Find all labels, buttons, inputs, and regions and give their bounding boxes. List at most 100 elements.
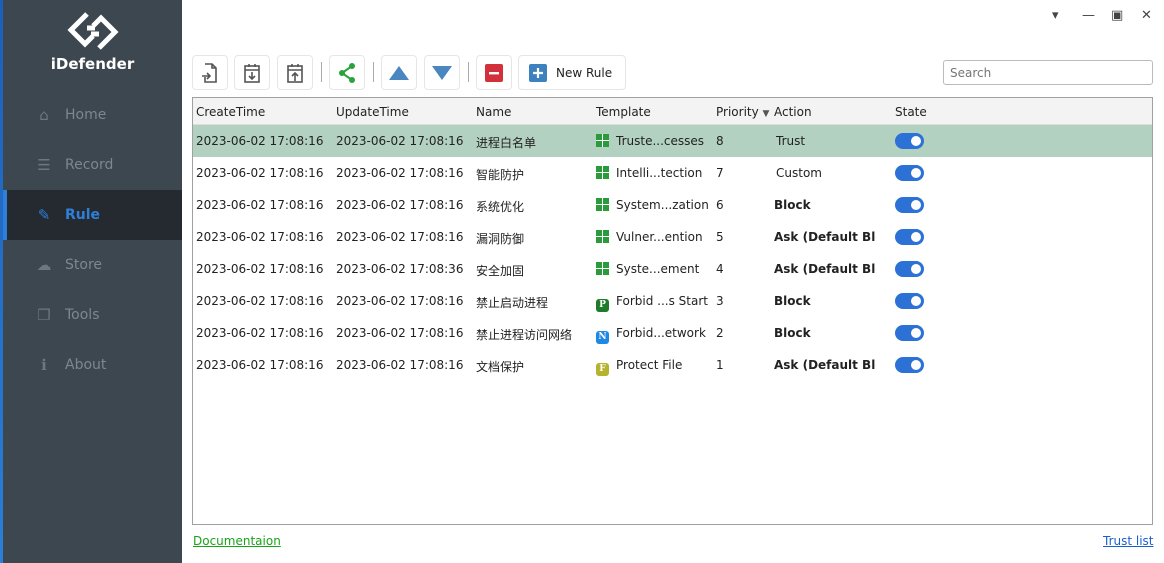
state-toggle[interactable]	[895, 261, 924, 277]
column-header-name[interactable]: Name	[476, 105, 511, 119]
column-header-state[interactable]: State	[895, 105, 927, 119]
edit-icon: ✎	[37, 206, 51, 224]
calendar-up-icon	[287, 63, 303, 83]
update-time: 2023-06-02 17:08:16	[336, 230, 464, 244]
delete-rule-button[interactable]	[476, 55, 512, 90]
column-header-priority[interactable]: Priority ▼	[716, 105, 769, 119]
create-time: 2023-06-02 17:08:16	[196, 134, 324, 148]
search-input[interactable]	[943, 60, 1153, 85]
sidebar-item-home[interactable]: ⌂ Home	[3, 90, 182, 140]
column-header-updatetime[interactable]: UpdateTime	[336, 105, 409, 119]
sidebar-item-rule[interactable]: ✎ Rule	[3, 190, 182, 240]
column-label: UpdateTime	[336, 105, 409, 119]
template: Syste...ement	[596, 262, 699, 276]
info-icon: ℹ	[41, 356, 47, 374]
sidebar-item-about[interactable]: ℹ About	[3, 340, 182, 390]
template: N Forbid...etwork	[596, 326, 706, 344]
rule-name: 安全加固	[476, 264, 525, 278]
sidebar-item-label: Rule	[65, 207, 101, 223]
move-down-button[interactable]	[424, 55, 460, 90]
sidebar-item-label: Home	[65, 107, 107, 123]
table-row[interactable]: 2023-06-02 17:08:16 2023-06-02 17:08:16 …	[193, 221, 1152, 253]
column-header-createtime[interactable]: CreateTime	[196, 105, 265, 119]
sidebar: iDefender ⌂ Home ☰ Record ✎ Rule ☁ Store ❒ Tools ℹ…	[3, 0, 182, 563]
home-icon: ⌂	[39, 106, 49, 124]
export-button[interactable]	[277, 55, 313, 90]
move-up-button[interactable]	[381, 55, 417, 90]
divider	[321, 62, 322, 82]
create-time: 2023-06-02 17:08:16	[196, 198, 324, 212]
sidebar-item-record[interactable]: ☰ Record	[3, 140, 182, 190]
update-time: 2023-06-02 17:08:36	[336, 262, 464, 276]
table-row[interactable]: 2023-06-02 17:08:16 2023-06-02 17:08:16 …	[193, 125, 1152, 157]
documentation-link[interactable]: Documentaion	[193, 534, 281, 548]
state-toggle[interactable]	[895, 229, 924, 245]
template-name: Vulner...ention	[616, 230, 703, 244]
update-time: 2023-06-02 17:08:16	[336, 166, 464, 180]
column-label: CreateTime	[196, 105, 266, 119]
rule-name: 文档保护	[476, 360, 525, 374]
table-row[interactable]: 2023-06-02 17:08:16 2023-06-02 17:08:16 …	[193, 285, 1152, 317]
rule-name: 漏洞防御	[476, 232, 525, 246]
table-row[interactable]: 2023-06-02 17:08:16 2023-06-02 17:08:16 …	[193, 189, 1152, 221]
priority: 7	[716, 166, 724, 180]
share-icon	[339, 62, 355, 83]
column-header-action[interactable]: Action	[774, 105, 812, 119]
action: Trust	[776, 134, 806, 148]
import-file-icon	[202, 62, 217, 83]
new-rule-button[interactable]: New Rule	[518, 55, 626, 90]
template-name: Forbid ...s Start	[616, 294, 708, 308]
new-rule-label: New Rule	[556, 65, 613, 80]
menu-dropdown-icon[interactable]: ▾	[1052, 8, 1059, 23]
template-grid-icon	[596, 198, 609, 211]
trust-list-link[interactable]: Trust list	[1103, 534, 1154, 548]
sidebar-item-tools[interactable]: ❒ Tools	[3, 290, 182, 340]
state-toggle[interactable]	[895, 165, 924, 181]
triangle-down-icon	[432, 65, 452, 80]
close-button[interactable]: ✕	[1141, 8, 1152, 23]
template-F-badge-icon: F	[596, 363, 609, 376]
state-toggle[interactable]	[895, 293, 924, 309]
rule-name: 系统优化	[476, 200, 525, 214]
divider	[468, 62, 469, 82]
create-time: 2023-06-02 17:08:16	[196, 230, 324, 244]
table-row[interactable]: 2023-06-02 17:08:16 2023-06-02 17:08:36 …	[193, 253, 1152, 285]
template-grid-icon	[596, 230, 609, 243]
template: Truste...cesses	[596, 134, 704, 148]
triangle-up-icon	[389, 65, 409, 80]
cloud-icon: ☁	[36, 256, 52, 274]
template: P Forbid ...s Start	[596, 294, 708, 312]
update-time: 2023-06-02 17:08:16	[336, 358, 464, 372]
template: System...zation	[596, 198, 709, 212]
template-grid-icon	[596, 166, 609, 179]
column-label: State	[895, 105, 927, 119]
import-file-button[interactable]	[192, 55, 228, 90]
column-header-template[interactable]: Template	[596, 105, 651, 119]
logo-icon	[67, 12, 119, 50]
template-name: Truste...cesses	[616, 134, 705, 148]
minimize-button[interactable]: —	[1082, 8, 1095, 23]
sidebar-item-store[interactable]: ☁ Store	[3, 240, 182, 290]
table-row[interactable]: 2023-06-02 17:08:16 2023-06-02 17:08:16 …	[193, 317, 1152, 349]
priority: 5	[716, 230, 724, 244]
template-grid-icon	[596, 134, 609, 147]
state-toggle[interactable]	[895, 325, 924, 341]
state-toggle[interactable]	[895, 197, 924, 213]
rule-name: 进程白名单	[476, 136, 537, 150]
action: Custom	[776, 166, 822, 180]
create-time: 2023-06-02 17:08:16	[196, 358, 324, 372]
table-row[interactable]: 2023-06-02 17:08:16 2023-06-02 17:08:16 …	[193, 349, 1152, 381]
create-time: 2023-06-02 17:08:16	[196, 262, 324, 276]
state-toggle[interactable]	[895, 133, 924, 149]
sidebar-item-label: Tools	[65, 307, 100, 323]
plus-icon	[529, 63, 547, 82]
rule-name: 智能防护	[476, 168, 525, 182]
action: Block	[774, 294, 811, 308]
rule-name: 禁止进程访问网络	[476, 328, 573, 342]
sidebar-item-label: Store	[65, 257, 103, 273]
state-toggle[interactable]	[895, 357, 924, 373]
table-row[interactable]: 2023-06-02 17:08:16 2023-06-02 17:08:16 …	[193, 157, 1152, 189]
share-button[interactable]	[329, 55, 365, 90]
import-button[interactable]	[234, 55, 270, 90]
maximize-button[interactable]: ▣	[1111, 8, 1123, 23]
